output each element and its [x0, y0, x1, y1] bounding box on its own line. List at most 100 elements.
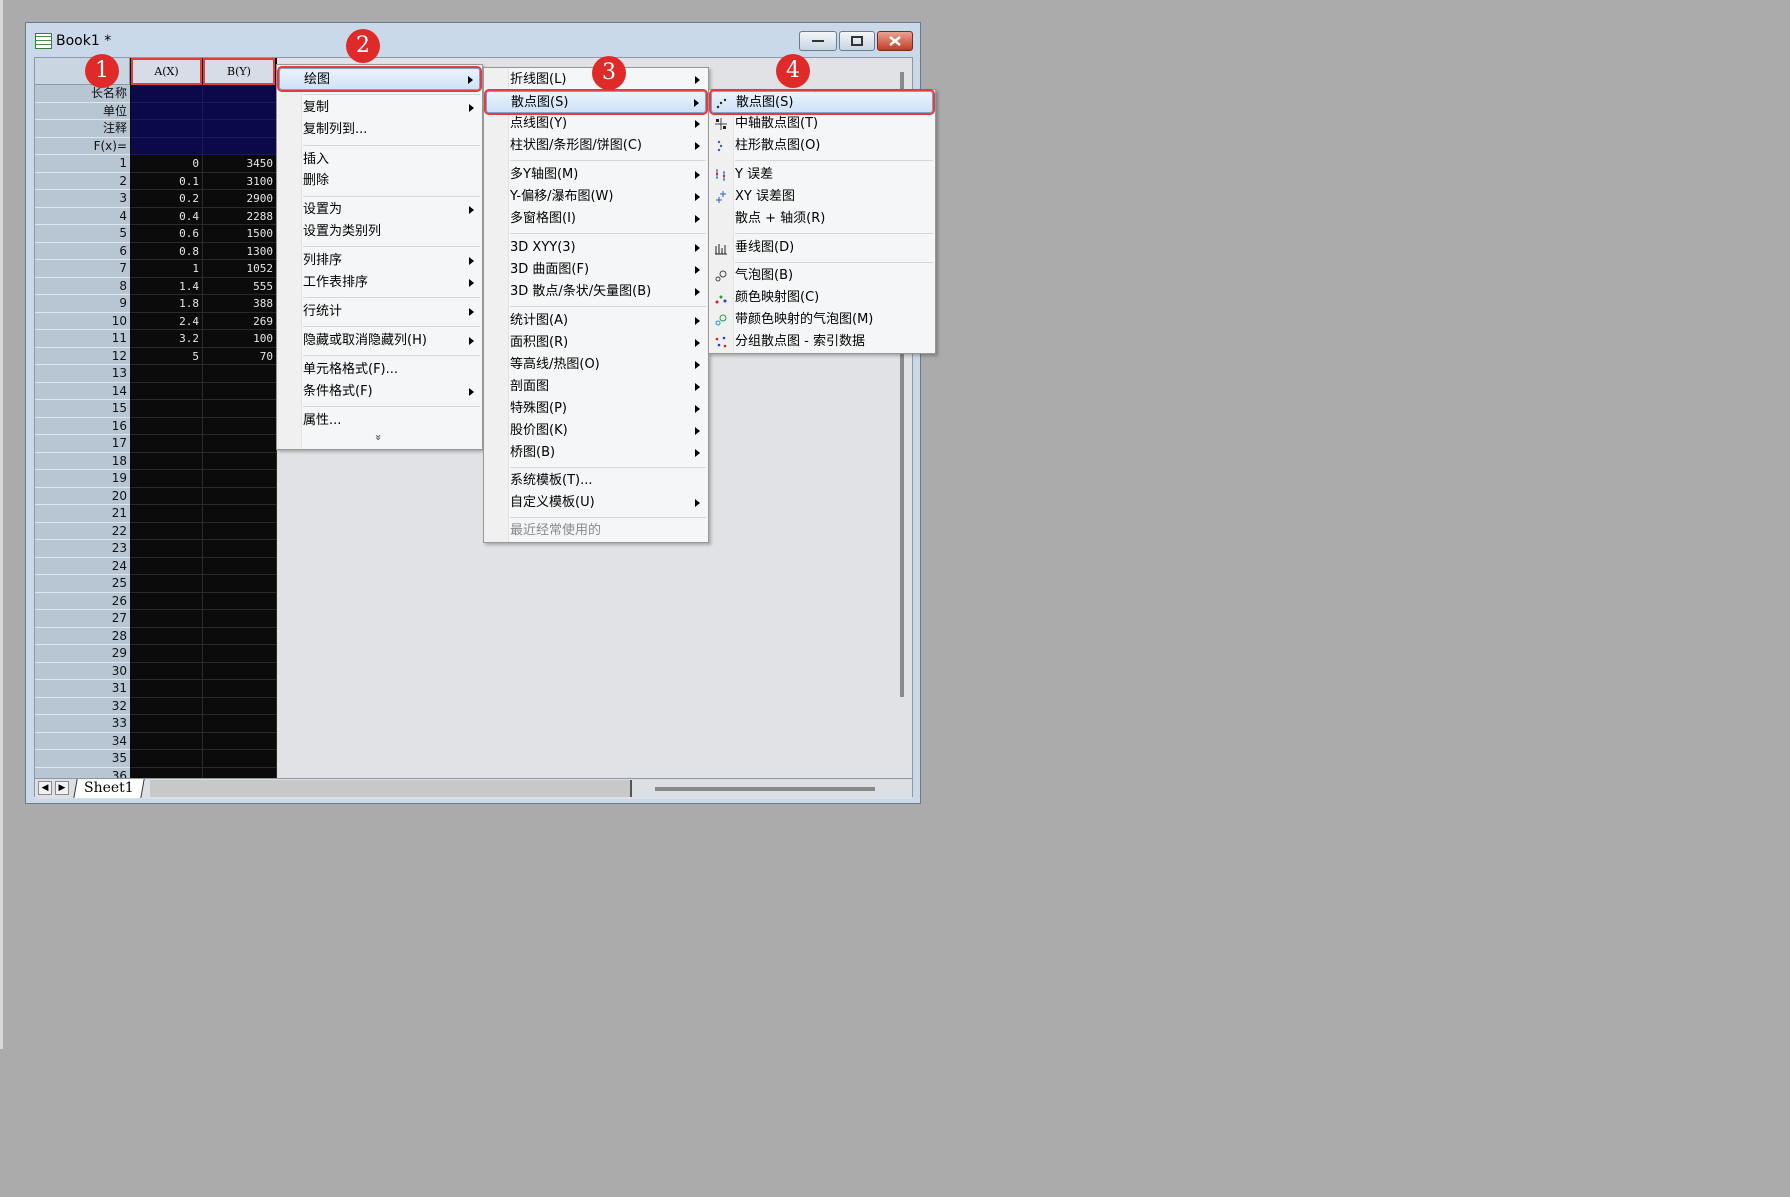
scatter-menu-item-2[interactable]: 柱形散点图(O) [711, 135, 933, 157]
row-number[interactable]: 10 [35, 312, 130, 330]
data-cell[interactable] [131, 750, 203, 768]
row-number[interactable]: 27 [35, 610, 130, 628]
row-number[interactable]: 3 [35, 190, 130, 208]
row-number[interactable]: 22 [35, 522, 130, 540]
data-cell[interactable] [131, 522, 203, 540]
plot-menu-item-17[interactable]: 系统模板(T)... [486, 470, 706, 492]
row-number[interactable]: 14 [35, 382, 130, 400]
context-menu-item-0[interactable]: 绘图 [277, 66, 482, 92]
row-number[interactable]: 34 [35, 732, 130, 750]
plot-menu-item-18[interactable]: 自定义模板(U) [486, 492, 706, 514]
meta-row-label[interactable]: 长名称 [35, 85, 130, 103]
row-number[interactable]: 25 [35, 575, 130, 593]
data-cell[interactable] [203, 680, 277, 698]
data-cell[interactable] [203, 592, 277, 610]
meta-row-label[interactable]: F(x)= [35, 137, 130, 155]
data-cell[interactable]: 1500 [203, 225, 277, 243]
plot-menu-item-11[interactable]: 面积图(R) [486, 332, 706, 354]
data-cell[interactable]: 0.8 [131, 242, 203, 260]
data-cell[interactable] [131, 680, 203, 698]
context-menu-item-13[interactable]: 属性... [279, 410, 480, 432]
context-menu-item-5[interactable]: 设置为 [279, 199, 480, 221]
plot-menu-item-10[interactable]: 统计图(A) [486, 310, 706, 332]
meta-cell[interactable] [203, 137, 277, 155]
column-header-a[interactable]: A(X) [131, 58, 202, 85]
plot-menu-item-5[interactable]: Y-偏移/瀑布图(W) [486, 186, 706, 208]
horizontal-scroll-thumb[interactable] [655, 787, 875, 791]
data-cell[interactable] [203, 732, 277, 750]
row-number[interactable]: 21 [35, 505, 130, 523]
context-menu-item-11[interactable]: 单元格格式(F)... [279, 359, 480, 381]
data-cell[interactable] [131, 400, 203, 418]
data-cell[interactable] [131, 592, 203, 610]
plot-menu-item-4[interactable]: 多Y轴图(M) [486, 164, 706, 186]
data-cell[interactable] [131, 365, 203, 383]
row-number[interactable]: 11 [35, 330, 130, 348]
data-cell[interactable]: 0.4 [131, 207, 203, 225]
data-cell[interactable] [131, 452, 203, 470]
data-cell[interactable] [131, 487, 203, 505]
data-cell[interactable] [131, 575, 203, 593]
data-cell[interactable] [131, 715, 203, 733]
row-number[interactable]: 30 [35, 662, 130, 680]
scatter-menu-item-5[interactable]: 散点 + 轴须(R) [711, 208, 933, 230]
data-cell[interactable]: 1.4 [131, 277, 203, 295]
data-cell[interactable] [203, 382, 277, 400]
data-cell[interactable] [203, 365, 277, 383]
data-cell[interactable] [131, 627, 203, 645]
context-menu-item-10[interactable]: 隐藏或取消隐藏列(H) [279, 330, 480, 352]
context-menu-item-7[interactable]: 列排序 [279, 250, 480, 272]
data-cell[interactable] [203, 400, 277, 418]
data-cell[interactable] [203, 522, 277, 540]
context-menu-item-9[interactable]: 行统计 [279, 301, 480, 323]
data-cell[interactable] [203, 557, 277, 575]
plot-menu-item-7[interactable]: 3D XYY(3) [486, 237, 706, 259]
row-number[interactable]: 19 [35, 470, 130, 488]
row-number[interactable]: 26 [35, 592, 130, 610]
plot-menu-item-2[interactable]: 点线图(Y) [486, 113, 706, 135]
data-cell[interactable] [203, 715, 277, 733]
plot-menu-item-16[interactable]: 桥图(B) [486, 442, 706, 464]
data-cell[interactable] [131, 732, 203, 750]
data-cell[interactable] [131, 470, 203, 488]
data-cell[interactable]: 2288 [203, 207, 277, 225]
context-menu-item-8[interactable]: 工作表排序 [279, 272, 480, 294]
data-cell[interactable]: 1300 [203, 242, 277, 260]
plot-menu-item-9[interactable]: 3D 散点/条状/矢量图(B) [486, 281, 706, 303]
data-cell[interactable]: 3.2 [131, 330, 203, 348]
data-cell[interactable]: 2.4 [131, 312, 203, 330]
scatter-menu-item-1[interactable]: 中轴散点图(T) [711, 113, 933, 135]
data-cell[interactable] [131, 540, 203, 558]
data-cell[interactable]: 555 [203, 277, 277, 295]
data-cell[interactable] [131, 557, 203, 575]
data-cell[interactable]: 5 [131, 347, 203, 365]
row-number[interactable]: 7 [35, 260, 130, 278]
row-number[interactable]: 24 [35, 557, 130, 575]
data-cell[interactable]: 388 [203, 295, 277, 313]
plot-menu-item-3[interactable]: 柱状图/条形图/饼图(C) [486, 135, 706, 157]
plot-menu-item-6[interactable]: 多窗格图(I) [486, 208, 706, 230]
data-cell[interactable]: 3100 [203, 172, 277, 190]
data-cell[interactable] [203, 417, 277, 435]
data-cell[interactable]: 0.2 [131, 190, 203, 208]
context-menu-item-3[interactable]: 插入 [279, 149, 480, 171]
data-cell[interactable] [203, 452, 277, 470]
data-cell[interactable] [203, 645, 277, 663]
data-cell[interactable] [203, 435, 277, 453]
data-cell[interactable]: 3450 [203, 155, 277, 173]
data-cell[interactable] [203, 627, 277, 645]
row-number[interactable]: 17 [35, 435, 130, 453]
scatter-menu-item-9[interactable]: 带颜色映射的气泡图(M) [711, 309, 933, 331]
plot-menu-item-14[interactable]: 特殊图(P) [486, 398, 706, 420]
data-cell[interactable] [203, 505, 277, 523]
row-number[interactable]: 12 [35, 347, 130, 365]
scatter-menu-item-10[interactable]: 分组散点图 - 索引数据 [711, 331, 933, 353]
row-number[interactable]: 5 [35, 225, 130, 243]
plot-menu-item-1[interactable]: 散点图(S) [484, 89, 708, 115]
data-cell[interactable] [131, 382, 203, 400]
data-cell[interactable] [131, 417, 203, 435]
plot-menu-item-13[interactable]: 剖面图 [486, 376, 706, 398]
data-cell[interactable] [131, 610, 203, 628]
row-number[interactable]: 32 [35, 697, 130, 715]
data-cell[interactable]: 0 [131, 155, 203, 173]
